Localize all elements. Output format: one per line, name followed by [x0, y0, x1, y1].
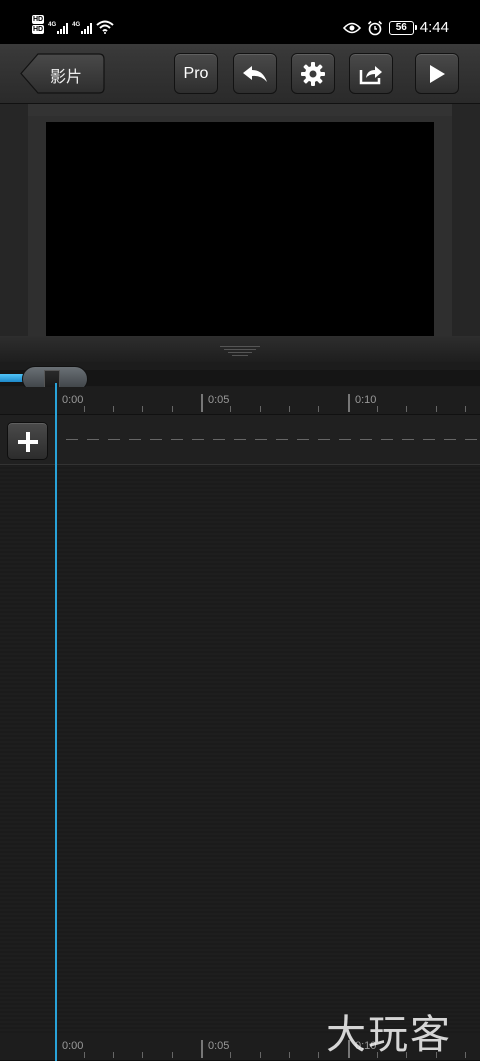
play-button[interactable]: [415, 53, 459, 94]
clock: 4:44: [419, 19, 449, 36]
ruler-tick: [318, 1052, 319, 1058]
ruler-label-0: 0:00: [62, 394, 84, 406]
scrubber-thumb: [44, 370, 60, 388]
ruler-tick: [84, 406, 85, 412]
ruler-label-0: 0:00: [62, 1040, 84, 1052]
ruler-tick: [113, 1052, 114, 1058]
ruler-tick: [377, 406, 378, 412]
add-media-button[interactable]: [7, 422, 48, 460]
share-icon: [359, 65, 382, 84]
back-button[interactable]: 影片: [20, 53, 105, 94]
settings-button[interactable]: [291, 53, 335, 94]
signal-icon: [81, 22, 93, 34]
empty-track-placeholder: [66, 439, 480, 440]
ruler-tick: [436, 406, 437, 412]
pro-button[interactable]: Pro: [174, 53, 218, 94]
ruler-major-tick: [348, 394, 350, 412]
undo-icon: [243, 65, 267, 82]
ruler-tick: [260, 1052, 261, 1058]
ruler-tick: [172, 406, 173, 412]
eye-icon: [342, 22, 361, 33]
signal-2: 4G: [72, 22, 93, 34]
ruler-tick: [84, 1052, 85, 1058]
wifi-icon: [96, 20, 114, 34]
undo-button[interactable]: [233, 53, 277, 94]
play-icon: [430, 64, 445, 83]
resize-grip-icon[interactable]: [220, 346, 260, 358]
toolbar: 影片 Pro: [0, 44, 480, 104]
battery-icon: 56: [388, 20, 417, 35]
signal-icon: [57, 22, 69, 34]
ruler-tick: [260, 406, 261, 412]
ruler-tick: [142, 1052, 143, 1058]
ruler-label-2: 0:10: [355, 394, 377, 406]
ruler-major-tick: [201, 1040, 203, 1058]
alarm-icon: [367, 20, 382, 35]
hd-badge-2: HD: [32, 25, 45, 34]
ruler-tick: [465, 1052, 466, 1058]
ruler-tick: [172, 1052, 173, 1058]
ruler-major-tick: [201, 394, 203, 412]
timeline-body[interactable]: [0, 466, 480, 1033]
ruler-tick: [289, 1052, 290, 1058]
ruler-tick: [465, 406, 466, 412]
playhead[interactable]: [55, 383, 57, 1061]
back-button-label: 影片: [50, 69, 83, 86]
watermark: 大玩客: [326, 1012, 452, 1058]
ruler-tick: [406, 406, 407, 412]
signal-1: 4G: [48, 22, 69, 34]
video-preview[interactable]: [46, 122, 434, 340]
ruler-tick: [318, 406, 319, 412]
hd-badges: HD HD: [32, 15, 45, 34]
ruler-label-1: 0:05: [208, 1040, 230, 1052]
ruler-tick: [230, 406, 231, 412]
timeline-ruler[interactable]: 0:00 0:05 0:10: [0, 387, 480, 415]
ruler-tick: [289, 406, 290, 412]
gear-icon: [301, 61, 325, 86]
status-bar: HD HD 4G 4G 56 4:44: [0, 0, 480, 44]
ruler-tick: [113, 406, 114, 412]
ruler-label-1: 0:05: [208, 394, 230, 406]
status-left: HD HD 4G 4G: [32, 15, 114, 34]
ruler-tick: [142, 406, 143, 412]
network-type-1: 4G: [48, 22, 57, 28]
share-button[interactable]: [349, 53, 393, 94]
app-root: HD HD 4G 4G 56 4:44 影片 Pro 0:00 0:05 0:1…: [0, 0, 480, 1061]
hd-badge-1: HD: [32, 15, 45, 24]
ruler-tick: [230, 1052, 231, 1058]
network-type-2: 4G: [72, 22, 81, 28]
status-right: 56 4:44: [342, 19, 449, 36]
media-track[interactable]: [0, 415, 480, 465]
